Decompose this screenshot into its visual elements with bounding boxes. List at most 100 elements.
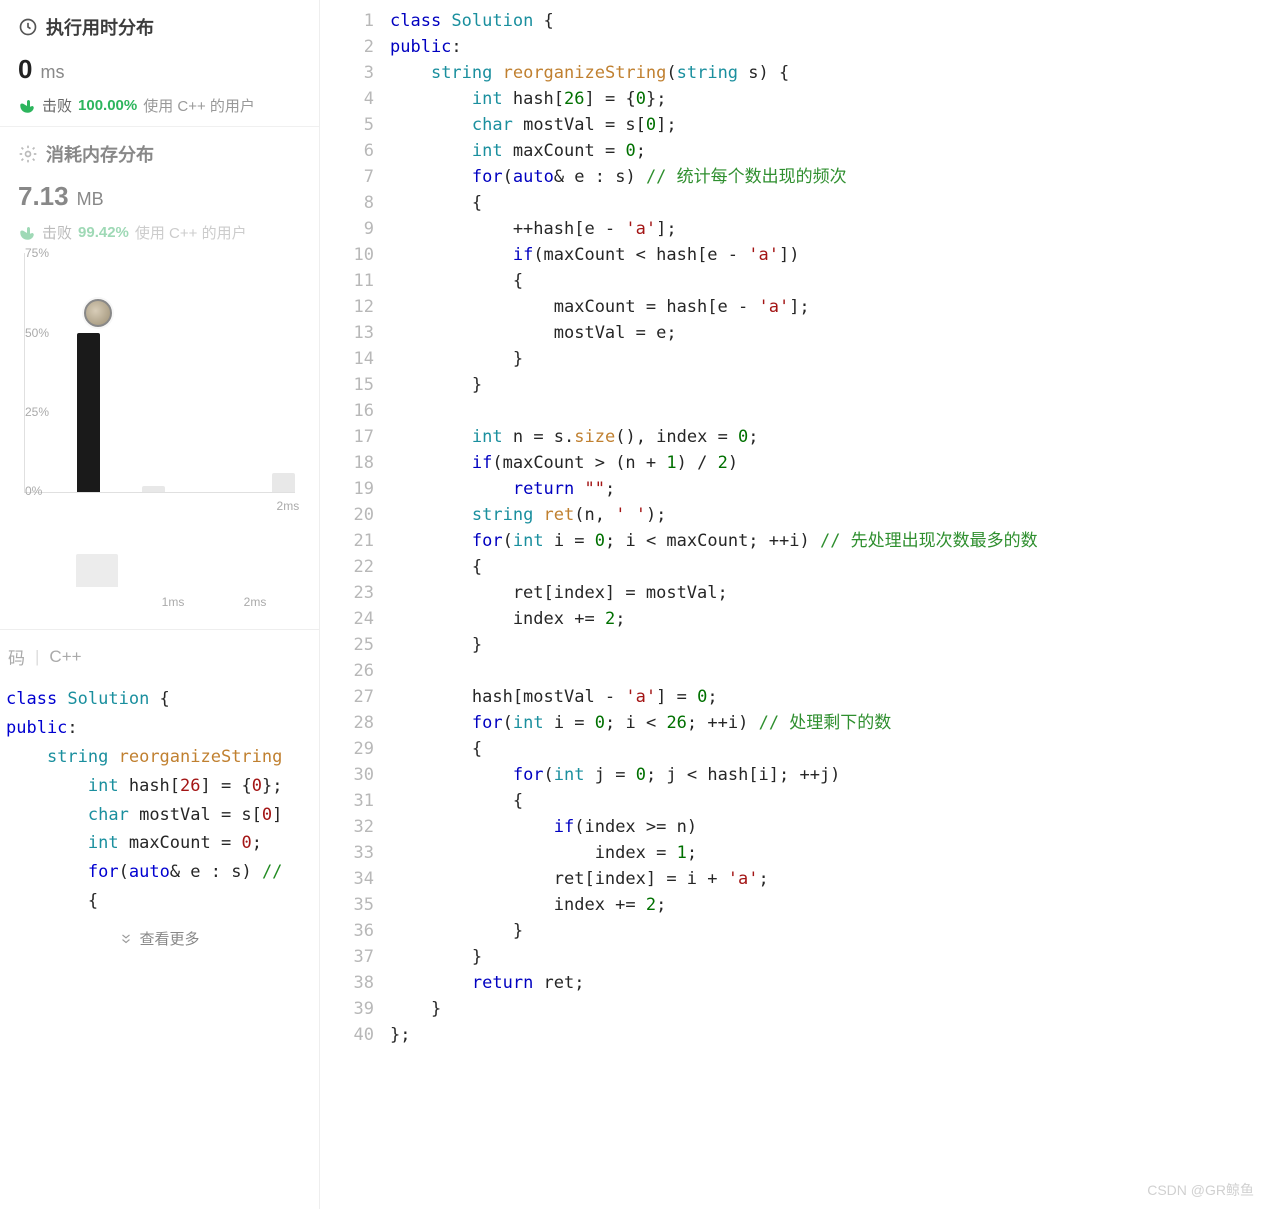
code-line[interactable]: index += 2; <box>390 606 1264 632</box>
code-line[interactable]: index += 2; <box>390 892 1264 918</box>
code-line[interactable]: ret[index] = i + 'a'; <box>390 866 1264 892</box>
line-number: 15 <box>320 372 374 398</box>
line-number: 7 <box>320 164 374 190</box>
runtime-chart[interactable]: 75%50%25%0% <box>24 253 295 493</box>
code-line[interactable]: for(int i = 0; i < maxCount; ++i) // 先处理… <box>390 528 1264 554</box>
left-panel: 执行用时分布 0 ms 击败 100.00% 使用 C++ 的用户 消耗内存分布… <box>0 0 320 1209</box>
code-line[interactable]: int maxCount = 0; <box>390 138 1264 164</box>
code-preview[interactable]: class Solution { public: string reorgani… <box>0 681 319 916</box>
line-number: 10 <box>320 242 374 268</box>
code-line[interactable]: } <box>390 996 1264 1022</box>
runtime-beat-tail: 使用 C++ 的用户 <box>143 95 255 116</box>
line-number: 12 <box>320 294 374 320</box>
code-line[interactable]: if(maxCount < hash[e - 'a']) <box>390 242 1264 268</box>
line-number: 14 <box>320 346 374 372</box>
code-line[interactable]: ret[index] = mostVal; <box>390 580 1264 606</box>
code-line[interactable]: for(auto& e : s) // 统计每个数出现的频次 <box>390 164 1264 190</box>
memory-beat-row: 击败 99.42% 使用 C++ 的用户 <box>18 222 301 243</box>
runtime-beat-percent: 100.00% <box>78 97 137 114</box>
code-line[interactable]: class Solution { <box>390 8 1264 34</box>
memory-mini-chart[interactable] <box>24 527 295 587</box>
code-line[interactable]: { <box>390 554 1264 580</box>
line-number: 31 <box>320 788 374 814</box>
runtime-value: 0 <box>18 54 32 85</box>
line-number: 39 <box>320 996 374 1022</box>
line-number: 16 <box>320 398 374 424</box>
code-line[interactable]: maxCount = hash[e - 'a']; <box>390 294 1264 320</box>
code-line[interactable]: { <box>390 190 1264 216</box>
code-editor[interactable]: 1234567891011121314151617181920212223242… <box>320 0 1264 1209</box>
clap-icon <box>18 224 36 242</box>
code-line[interactable]: } <box>390 632 1264 658</box>
code-line[interactable]: { <box>390 268 1264 294</box>
line-number: 33 <box>320 840 374 866</box>
code-line[interactable]: char mostVal = s[0]; <box>390 112 1264 138</box>
code-line[interactable]: int n = s.size(), index = 0; <box>390 424 1264 450</box>
clap-icon <box>18 97 36 115</box>
line-number: 32 <box>320 814 374 840</box>
x-tick <box>138 499 164 513</box>
code-line[interactable]: ++hash[e - 'a']; <box>390 216 1264 242</box>
line-number: 18 <box>320 450 374 476</box>
code-line[interactable]: if(maxCount > (n + 1) / 2) <box>390 450 1264 476</box>
memory-beat-label: 击败 <box>42 222 72 243</box>
runtime-section: 执行用时分布 0 ms 击败 100.00% 使用 C++ 的用户 <box>0 0 319 126</box>
line-number: 36 <box>320 918 374 944</box>
gear-icon <box>18 144 38 164</box>
code-line[interactable]: } <box>390 372 1264 398</box>
runtime-unit: ms <box>40 62 64 83</box>
code-line[interactable]: return ""; <box>390 476 1264 502</box>
code-line[interactable]: if(index >= n) <box>390 814 1264 840</box>
editor-code-area[interactable]: class Solution {public: string reorganiz… <box>390 0 1264 1209</box>
code-line[interactable]: { <box>390 788 1264 814</box>
y-tick: 50% <box>25 326 49 340</box>
code-line[interactable]: public: <box>390 34 1264 60</box>
line-number: 37 <box>320 944 374 970</box>
runtime-metric: 0 ms <box>18 54 301 85</box>
code-line[interactable]: string ret(n, ' '); <box>390 502 1264 528</box>
mini-bar[interactable] <box>76 554 118 587</box>
editor-gutter: 1234567891011121314151617181920212223242… <box>320 0 390 1209</box>
watermark: CSDN @GR鲸鱼 <box>1147 1177 1254 1203</box>
line-number: 4 <box>320 86 374 112</box>
code-line[interactable]: int hash[26] = {0}; <box>390 86 1264 112</box>
memory-title-row: 消耗内存分布 <box>18 141 301 167</box>
chart-bar[interactable] <box>142 486 165 492</box>
line-number: 21 <box>320 528 374 554</box>
code-line[interactable]: hash[mostVal - 'a'] = 0; <box>390 684 1264 710</box>
code-line[interactable] <box>390 658 1264 684</box>
code-line[interactable]: for(int j = 0; j < hash[i]; ++j) <box>390 762 1264 788</box>
code-line[interactable]: string reorganizeString(string s) { <box>390 60 1264 86</box>
mini-chart-x-ticks: 1ms2ms <box>18 595 301 609</box>
runtime-title: 执行用时分布 <box>46 14 154 40</box>
line-number: 1 <box>320 8 374 34</box>
runtime-beat-label: 击败 <box>42 95 72 116</box>
runtime-beat-row: 击败 100.00% 使用 C++ 的用户 <box>18 95 301 116</box>
chart-bar[interactable] <box>272 473 295 492</box>
code-line[interactable]: index = 1; <box>390 840 1264 866</box>
line-number: 27 <box>320 684 374 710</box>
chart-bar[interactable] <box>77 333 100 492</box>
code-line[interactable]: for(int i = 0; i < 26; ++i) // 处理剩下的数 <box>390 710 1264 736</box>
memory-value: 7.13 <box>18 181 69 212</box>
show-more-button[interactable]: 查看更多 <box>0 916 319 963</box>
code-preview-header: 码 | C++ <box>0 629 319 681</box>
show-more-label: 查看更多 <box>139 928 199 949</box>
y-tick: 25% <box>25 405 49 419</box>
line-number: 23 <box>320 580 374 606</box>
mini-x-tick: 2ms <box>234 595 276 609</box>
code-line[interactable]: mostVal = e; <box>390 320 1264 346</box>
code-line[interactable]: return ret; <box>390 970 1264 996</box>
code-line[interactable]: } <box>390 918 1264 944</box>
code-line[interactable]: { <box>390 736 1264 762</box>
divider-icon: | <box>35 647 39 667</box>
line-number: 5 <box>320 112 374 138</box>
line-number: 30 <box>320 762 374 788</box>
code-line[interactable] <box>390 398 1264 424</box>
code-line[interactable]: }; <box>390 1022 1264 1048</box>
line-number: 25 <box>320 632 374 658</box>
code-line[interactable]: } <box>390 944 1264 970</box>
x-tick <box>207 499 233 513</box>
code-line[interactable]: } <box>390 346 1264 372</box>
y-tick: 0% <box>25 484 42 498</box>
